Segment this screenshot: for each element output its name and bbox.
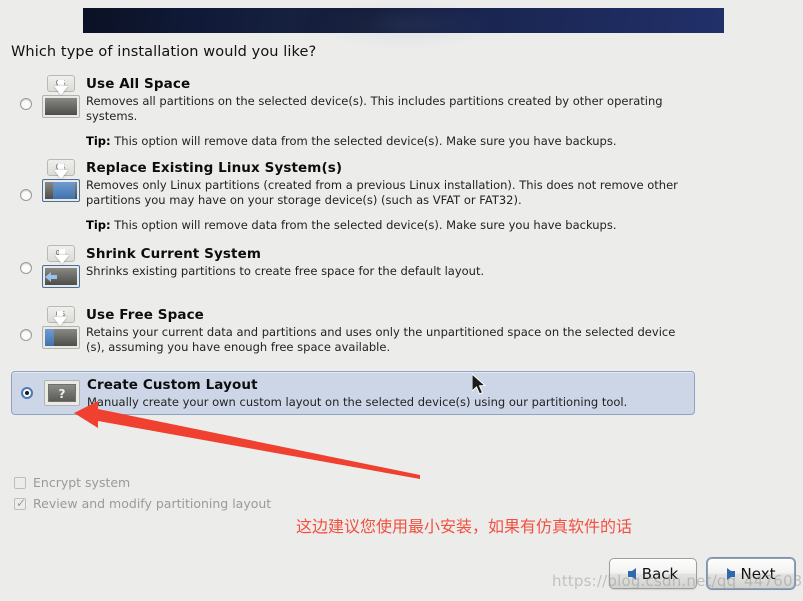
mouse-cursor bbox=[472, 374, 487, 395]
option-row-replace-existing-linux[interactable]: OS Replace Existing Linux System(s) Remo… bbox=[11, 159, 695, 233]
annotation-text: 这边建议您使用最小安装，如果有仿真软件的话 bbox=[296, 517, 633, 536]
option-title: Use Free Space bbox=[86, 307, 204, 323]
red-annotation-arrow bbox=[74, 401, 420, 479]
page-title: Which type of installation would you lik… bbox=[11, 44, 317, 60]
radio-shrink-current-system[interactable] bbox=[19, 262, 32, 274]
option-tip-label: Tip: bbox=[86, 218, 111, 232]
radio-cell[interactable] bbox=[11, 75, 40, 110]
radio-cell[interactable] bbox=[11, 306, 40, 341]
disk-shrink-icon: OS bbox=[40, 245, 86, 290]
radio-cell[interactable] bbox=[11, 159, 40, 201]
watermark: https://blog.csdn.net/qq_44760380 bbox=[552, 572, 803, 590]
option-row-use-all-space[interactable]: OS Use All Space Removes all partitions … bbox=[11, 75, 695, 149]
option-text: Use All Space Removes all partitions on … bbox=[86, 75, 695, 149]
installer-banner bbox=[83, 0, 724, 51]
radio-replace-existing-linux[interactable] bbox=[19, 189, 32, 201]
checkbox-row-review-modify-partitioning[interactable]: Review and modify partitioning layout bbox=[14, 495, 272, 511]
checkbox-encrypt-system[interactable] bbox=[14, 476, 26, 489]
radio-use-all-space[interactable] bbox=[19, 98, 32, 110]
option-tip-label: Tip: bbox=[86, 134, 111, 148]
disk-free-space-icon: OS bbox=[40, 306, 86, 351]
option-tip: Tip: This option will remove data from t… bbox=[86, 134, 695, 149]
option-tip: Tip: This option will remove data from t… bbox=[86, 218, 695, 233]
option-text: Use Free Space Retains your current data… bbox=[86, 306, 695, 354]
option-description: Removes all partitions on the selected d… bbox=[86, 94, 663, 123]
checkbox-label-review-modify-partitioning: Review and modify partitioning layout bbox=[33, 496, 272, 511]
disk-replace-linux-icon: OS bbox=[40, 159, 86, 204]
option-row-shrink-current-system[interactable]: OS Shrink Current System Shrinks existin… bbox=[11, 245, 695, 290]
option-tip-text: This option will remove data from the se… bbox=[114, 134, 617, 148]
radio-cell[interactable] bbox=[11, 245, 40, 274]
option-title: Shrink Current System bbox=[86, 246, 261, 262]
radio-cell[interactable] bbox=[12, 387, 41, 399]
option-title: Use All Space bbox=[86, 76, 191, 92]
option-description: Removes only Linux partitions (created f… bbox=[86, 178, 678, 207]
option-text: Shrink Current System Shrinks existing p… bbox=[86, 245, 695, 279]
option-row-use-free-space[interactable]: OS Use Free Space Retains your current d… bbox=[11, 306, 695, 354]
option-title: Replace Existing Linux System(s) bbox=[86, 160, 343, 176]
option-title: Create Custom Layout bbox=[87, 376, 258, 393]
option-description: Retains your current data and partitions… bbox=[86, 325, 676, 354]
option-text: Replace Existing Linux System(s) Removes… bbox=[86, 159, 695, 233]
checkbox-review-modify-partitioning[interactable] bbox=[14, 495, 27, 511]
option-description: Shrinks existing partitions to create fr… bbox=[86, 264, 485, 278]
option-tip-text: This option will remove data from the se… bbox=[114, 218, 617, 232]
checkbox-label-encrypt-system: Encrypt system bbox=[33, 475, 131, 490]
radio-use-free-space[interactable] bbox=[19, 329, 32, 341]
radio-create-custom-layout[interactable] bbox=[20, 387, 33, 399]
disk-erase-all-icon: OS bbox=[40, 75, 86, 120]
checkbox-row-encrypt-system[interactable]: Encrypt system bbox=[14, 475, 130, 490]
